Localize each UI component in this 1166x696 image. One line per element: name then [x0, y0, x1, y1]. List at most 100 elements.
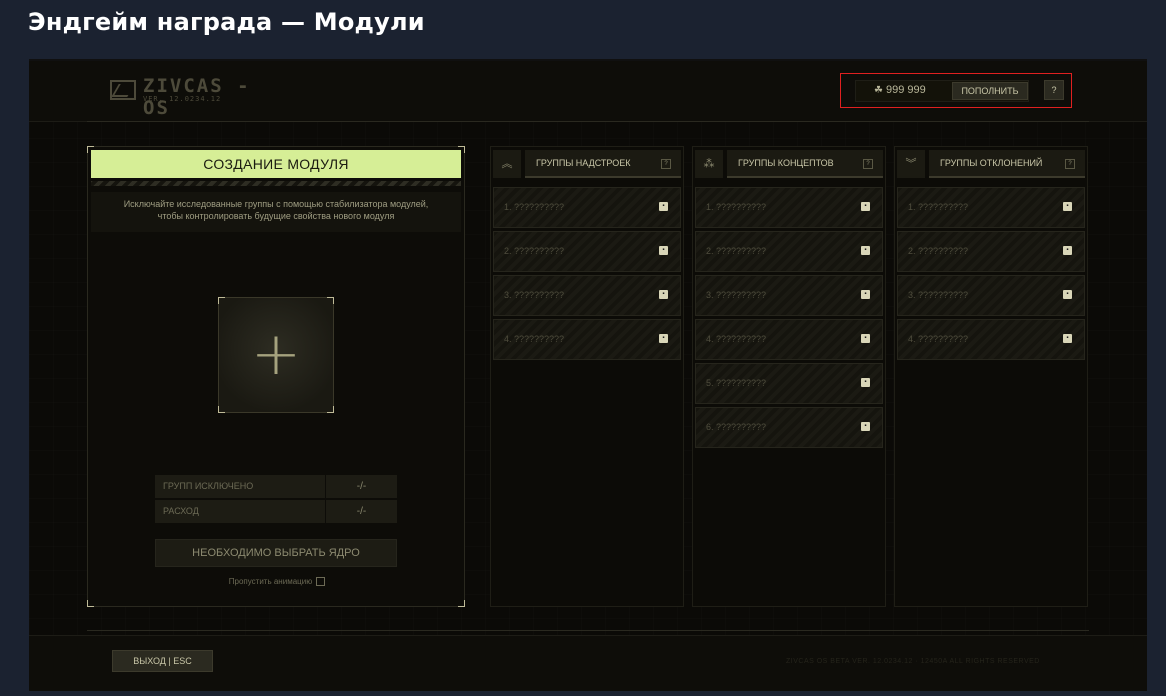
group-item[interactable]: 5. ?????????? ▪ — [695, 363, 883, 404]
lock-icon: ▪ — [1063, 290, 1072, 299]
group-item-label: 6. ?????????? — [706, 422, 767, 432]
corner-marker — [87, 600, 94, 607]
group-item-label: 2. ?????????? — [504, 246, 565, 256]
logo-mark-icon — [110, 80, 136, 100]
currency-panel: ☘ 999 999 ПОПОЛНИТЬ — [855, 80, 1029, 102]
currency-highlight: ☘ 999 999 ПОПОЛНИТЬ ? — [840, 73, 1072, 108]
cluster-icon: ⁂ — [695, 150, 723, 178]
lock-icon: ▪ — [659, 290, 668, 299]
group-header: ГРУППЫ НАДСТРОЕК ? — [525, 150, 681, 178]
lock-icon: ▪ — [861, 246, 870, 255]
chevrons-down-icon: ︾ — [897, 150, 925, 178]
lock-icon: ▪ — [861, 334, 870, 343]
corner-marker — [87, 146, 94, 153]
group-item[interactable]: 2. ?????????? ▪ — [493, 231, 681, 272]
group-item-label: 1. ?????????? — [706, 202, 767, 212]
group-item[interactable]: 4. ?????????? ▪ — [897, 319, 1085, 360]
group-item[interactable]: 2. ?????????? ▪ — [695, 231, 883, 272]
lock-icon: ▪ — [659, 202, 668, 211]
lock-icon: ▪ — [659, 246, 668, 255]
group-title: ГРУППЫ НАДСТРОЕК — [536, 158, 631, 168]
help-button[interactable]: ? — [1044, 80, 1064, 100]
lock-icon: ▪ — [1063, 202, 1072, 211]
group-item[interactable]: 1. ?????????? ▪ — [695, 187, 883, 228]
group-item-label: 2. ?????????? — [706, 246, 767, 256]
lock-icon: ▪ — [1063, 334, 1072, 343]
group-help-icon[interactable]: ? — [1065, 159, 1075, 169]
top-bar: ZIVCAS - OS VER. 12.0234.12 ☘ 999 999 ПОП… — [29, 61, 1147, 122]
stat-label: РАСХОД — [155, 500, 325, 523]
skip-animation-option[interactable]: Пропустить анимацию — [88, 577, 466, 587]
currency-value: 999 999 — [885, 84, 926, 96]
lock-icon: ▪ — [861, 290, 870, 299]
add-core-icon: + — [250, 319, 302, 389]
create-module-header: СОЗДАНИЕ МОДУЛЯ — [91, 150, 461, 178]
group-column-deviations: ︾ ГРУППЫ ОТКЛОНЕНИЙ ? 1. ?????????? ▪ 2. … — [894, 146, 1088, 607]
corner-marker — [327, 406, 334, 413]
group-title: ГРУППЫ ОТКЛОНЕНИЙ — [940, 158, 1043, 168]
currency-amount: ☘ 999 999 — [874, 84, 926, 96]
group-item-label: 4. ?????????? — [504, 334, 565, 344]
group-item[interactable]: 1. ?????????? ▪ — [493, 187, 681, 228]
group-item-label: 4. ?????????? — [706, 334, 767, 344]
group-item-label: 2. ?????????? — [908, 246, 969, 256]
group-item-label: 4. ?????????? — [908, 334, 969, 344]
group-item[interactable]: 3. ?????????? ▪ — [493, 275, 681, 316]
group-item-label: 3. ?????????? — [504, 290, 565, 300]
game-window: ZIVCAS - OS VER. 12.0234.12 ☘ 999 999 ПОП… — [29, 59, 1147, 691]
create-module-panel: СОЗДАНИЕ МОДУЛЯ Исключайте исследованные… — [87, 146, 465, 607]
corner-marker — [458, 146, 465, 153]
copyright-text: ZIVCAS OS BETA VER. 12.0234.12 · 12450A … — [786, 658, 1040, 665]
group-item-label: 1. ?????????? — [908, 202, 969, 212]
group-item[interactable]: 2. ?????????? ▪ — [897, 231, 1085, 272]
group-help-icon[interactable]: ? — [661, 159, 671, 169]
group-item[interactable]: 1. ?????????? ▪ — [897, 187, 1085, 228]
group-item-label: 1. ?????????? — [504, 202, 565, 212]
group-item[interactable]: 3. ?????????? ▪ — [695, 275, 883, 316]
group-column-concepts: ⁂ ГРУППЫ КОНЦЕПТОВ ? 1. ?????????? ▪ 2. ?… — [692, 146, 886, 607]
stat-value: -/- — [326, 500, 397, 523]
skip-animation-label: Пропустить анимацию — [228, 577, 313, 586]
zivcas-logo: ZIVCAS - OS VER. 12.0234.12 — [110, 75, 280, 119]
lock-icon: ▪ — [659, 334, 668, 343]
corner-marker — [327, 297, 334, 304]
group-help-icon[interactable]: ? — [863, 159, 873, 169]
hazard-stripe — [91, 181, 461, 186]
create-module-description: Исключайте исследованные группы с помощь… — [91, 192, 461, 232]
description-line-2: чтобы контролировать будущие свойства но… — [157, 211, 395, 221]
lock-icon: ▪ — [861, 202, 870, 211]
corner-marker — [458, 600, 465, 607]
exit-button[interactable]: ВЫХОД | ESC — [112, 650, 213, 672]
chevrons-up-icon: ︽ — [493, 150, 521, 178]
group-header: ГРУППЫ ОТКЛОНЕНИЙ ? — [929, 150, 1085, 178]
description-line-1: Исключайте исследованные группы с помощь… — [123, 199, 429, 209]
group-item[interactable]: 6. ?????????? ▪ — [695, 407, 883, 448]
group-title: ГРУППЫ КОНЦЕПТОВ — [738, 158, 834, 168]
group-column-superstructure: ︽ ГРУППЫ НАДСТРОЕК ? 1. ?????????? ▪ 2. ?… — [490, 146, 684, 607]
group-item[interactable]: 4. ?????????? ▪ — [695, 319, 883, 360]
group-item-label: 5. ?????????? — [706, 378, 767, 388]
group-item-label: 3. ?????????? — [706, 290, 767, 300]
currency-icon: ☘ — [874, 85, 883, 96]
group-item[interactable]: 3. ?????????? ▪ — [897, 275, 1085, 316]
topup-button[interactable]: ПОПОЛНИТЬ — [952, 82, 1028, 100]
stat-value: -/- — [326, 475, 397, 498]
select-core-button[interactable]: НЕОБХОДИМО ВЫБРАТЬ ЯДРО — [155, 539, 397, 567]
skip-animation-checkbox[interactable] — [316, 577, 326, 587]
stat-label: ГРУПП ИСКЛЮЧЕНО — [155, 475, 325, 498]
bottom-bar: ВЫХОД | ESC ZIVCAS OS BETA VER. 12.0234.… — [29, 635, 1147, 691]
stat-row-excluded: ГРУПП ИСКЛЮЧЕНО -/- — [155, 475, 397, 498]
lock-icon: ▪ — [1063, 246, 1072, 255]
page-title: Эндгейм награда — Модули — [28, 8, 425, 36]
top-divider — [87, 121, 1089, 122]
group-item[interactable]: 4. ?????????? ▪ — [493, 319, 681, 360]
bottom-divider — [87, 630, 1089, 631]
group-header: ГРУППЫ КОНЦЕПТОВ ? — [727, 150, 883, 178]
lock-icon: ▪ — [861, 422, 870, 431]
group-item-label: 3. ?????????? — [908, 290, 969, 300]
stat-row-cost: РАСХОД -/- — [155, 500, 397, 523]
corner-marker — [218, 406, 225, 413]
version-label: VER. 12.0234.12 — [143, 95, 222, 103]
core-slot[interactable]: + — [218, 297, 334, 413]
lock-icon: ▪ — [861, 378, 870, 387]
